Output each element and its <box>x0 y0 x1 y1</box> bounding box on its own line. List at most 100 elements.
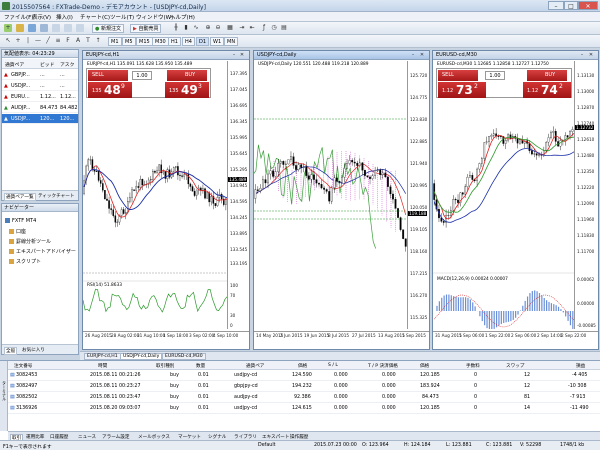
time-axis[interactable]: 26 Aug 2015 28 Aug 02:00 31 Aug 10:00 1 … <box>83 331 249 341</box>
chart-minimize-icon[interactable]: – <box>579 52 585 58</box>
tab-general[interactable]: 全般 <box>4 347 18 355</box>
candle-body <box>297 164 300 170</box>
tile-windows-icon[interactable]: ▦ <box>226 24 234 32</box>
channel-icon[interactable]: ≡ <box>54 37 62 45</box>
navigator-icon[interactable] <box>52 24 60 32</box>
chart-window-eurusd[interactable]: EURUSD-cd,M30 – ✕ EURUSD-cd,M30 1.12685 … <box>432 50 599 350</box>
market-watch-row[interactable]: ▲ GBPJP... ... ... <box>2 70 78 80</box>
candle-body <box>466 176 469 187</box>
chart-close-icon[interactable]: ✕ <box>239 52 245 58</box>
header-symbol[interactable]: 通貨ペア <box>5 61 24 68</box>
terminal-icon[interactable] <box>64 24 72 32</box>
profiles-icon[interactable] <box>16 24 24 32</box>
chart-window-eurjpy[interactable]: EURJPY-cd,H1 – ✕ EURJPY-cd,H1 135.091 13… <box>82 50 250 350</box>
period-h4[interactable]: H4 <box>182 37 195 46</box>
price-axis[interactable]: 125.720 124.775 123.830 122.885 121.940 … <box>407 61 429 329</box>
period-h1[interactable]: H1 <box>168 37 181 46</box>
chart-close-icon[interactable]: ✕ <box>588 52 594 58</box>
trendline-icon[interactable]: ╱ <box>44 37 52 45</box>
nav-item-accounts[interactable]: 口座 <box>9 228 26 235</box>
period-mn[interactable]: MN <box>224 37 239 46</box>
chart-close-icon[interactable]: ✕ <box>419 52 425 58</box>
period-w1[interactable]: W1 <box>210 37 225 46</box>
menu-chart[interactable]: チャート(C) <box>80 13 110 21</box>
menu-tools[interactable]: ツール(T) <box>110 13 134 21</box>
periods-icon[interactable]: ◷ <box>270 24 278 32</box>
new-chart-icon[interactable]: + <box>4 24 12 32</box>
horizontal-line-icon[interactable]: — <box>34 37 42 45</box>
chart-minimize-icon[interactable]: – <box>231 52 237 58</box>
nav-item-experts[interactable]: エキスパートアドバイザー <box>9 248 76 255</box>
time-axis[interactable]: 14 May 2015 2 Jun 2015 19 Jun 2015 8 Jul… <box>254 331 429 341</box>
market-watch-row-selected[interactable]: ▲ USDJP... 120... 120... <box>2 114 78 124</box>
menu-window[interactable]: ウィンドウ(W) <box>136 13 173 21</box>
menu-file[interactable]: ファイル(F) <box>4 13 33 21</box>
price-axis[interactable]: 137.395 137.045 136.695 136.345 135.995 … <box>227 61 249 329</box>
trade-row[interactable]: ▤ 3082497 2015.08.11 00:23:27 buy 0.01 g… <box>8 382 600 392</box>
chart-window-usdjpy[interactable]: USDJPY-cd,Daily – ✕ USDJPY-cd,Daily 120.… <box>253 50 430 350</box>
period-m30[interactable]: M30 <box>152 37 169 46</box>
period-m5[interactable]: M5 <box>122 37 136 46</box>
label-icon[interactable]: T <box>84 37 92 45</box>
zoom-out-icon[interactable]: ⊖ <box>214 24 222 32</box>
trade-row[interactable]: ▤ 3082453 2015.08.11 00:21:26 buy 0.01 u… <box>8 371 600 381</box>
minimize-button[interactable]: – <box>548 1 564 10</box>
period-m15[interactable]: M15 <box>136 37 153 46</box>
bar-chart-icon[interactable]: ╫ <box>172 24 180 32</box>
chart-shift-icon[interactable]: ⇤ <box>248 24 256 32</box>
vertical-line-icon[interactable]: | <box>24 37 32 45</box>
nav-item-root[interactable]: FXTF MT4 <box>5 218 36 224</box>
navigator-title: ナビゲーター <box>2 204 78 212</box>
indicators-icon[interactable]: ƒ <box>260 24 268 32</box>
line-chart-icon[interactable]: ∿ <box>192 24 200 32</box>
rsi-line <box>83 288 228 313</box>
candle-body <box>307 175 310 180</box>
period-d1[interactable]: D1 <box>196 37 210 46</box>
arrow-icon[interactable]: ↑ <box>94 37 102 45</box>
time-axis[interactable]: 31 Aug 2015 1 Sep 06:00 1 Sep 22:00 2 Se… <box>433 331 598 341</box>
close-button[interactable]: ✕ <box>578 1 598 10</box>
nav-item-indicators[interactable]: 罫線分析ツール <box>9 238 51 245</box>
crosshair-icon[interactable]: + <box>14 37 22 45</box>
macd-bar <box>438 301 440 311</box>
chart-tab-eurjpy[interactable]: EURJPY-cd,H1 <box>84 353 121 360</box>
period-m1[interactable]: M1 <box>108 37 122 46</box>
data-window-icon[interactable] <box>40 24 48 32</box>
cursor-icon[interactable]: ↖ <box>4 37 12 45</box>
price-chart-area[interactable] <box>83 61 229 329</box>
auto-scroll-icon[interactable]: ⇥ <box>238 24 246 32</box>
market-watch-row[interactable]: ▲ EURU... 1.12... 1.12... <box>2 92 78 102</box>
new-order-button[interactable]: ● 新規注文 <box>92 24 124 33</box>
market-watch-icon[interactable] <box>28 24 36 32</box>
menu-view[interactable]: 表示(V) <box>32 13 51 21</box>
market-watch-row[interactable]: ▲ USDJP... ... ... <box>2 81 78 91</box>
chart-tab-usdjpy[interactable]: USDJPY-cd,Daily <box>120 353 163 360</box>
menu-help[interactable]: ヘルプ(H) <box>170 13 195 21</box>
fibonacci-icon[interactable]: F <box>64 37 72 45</box>
candle-body <box>364 170 366 176</box>
zoom-in-icon[interactable]: ⊕ <box>204 24 212 32</box>
nav-item-scripts[interactable]: スクリプト <box>9 258 41 265</box>
chart-minimize-icon[interactable]: – <box>410 52 416 58</box>
tab-favorites[interactable]: お気に入り <box>22 347 45 353</box>
menu-insert[interactable]: 挿入(I) <box>56 13 73 21</box>
trade-row[interactable]: ▤ 3136926 2015.08.20 09:03:07 buy 0.01 u… <box>8 404 600 414</box>
templates-icon[interactable]: ▤ <box>280 24 288 32</box>
header-bid[interactable]: ビッド <box>40 61 54 68</box>
auto-trade-button[interactable]: ▶ 自動売買 <box>130 24 162 33</box>
candle-chart-icon[interactable]: ▮ <box>182 24 190 32</box>
tester-icon[interactable] <box>76 24 84 32</box>
trade-row[interactable]: ▤ 3082502 2015.08.11 00:23:47 buy 0.01 a… <box>8 393 600 403</box>
market-watch-title: 気配値表示: 04:23:29 <box>2 50 78 58</box>
text-icon[interactable]: A <box>74 37 82 45</box>
price-axis[interactable]: 1.13130 1.13000 1.12870 1.12740 1.12610 … <box>574 61 598 329</box>
tab-tick-chart[interactable]: ティックチャート <box>38 193 74 199</box>
header-ask[interactable]: アスク <box>60 61 74 68</box>
candle-body <box>358 162 361 166</box>
price-chart-area[interactable] <box>254 61 407 329</box>
chart-tab-eurusd[interactable]: EURUSD-cd,M30 <box>162 353 206 360</box>
tab-symbols[interactable]: 通貨ペア一覧 <box>4 193 36 201</box>
maximize-button[interactable]: □ <box>564 1 578 10</box>
market-watch-row[interactable]: ▲ AUDJP... 84.473 84.482 <box>2 103 78 113</box>
price-chart-area[interactable] <box>433 61 576 329</box>
